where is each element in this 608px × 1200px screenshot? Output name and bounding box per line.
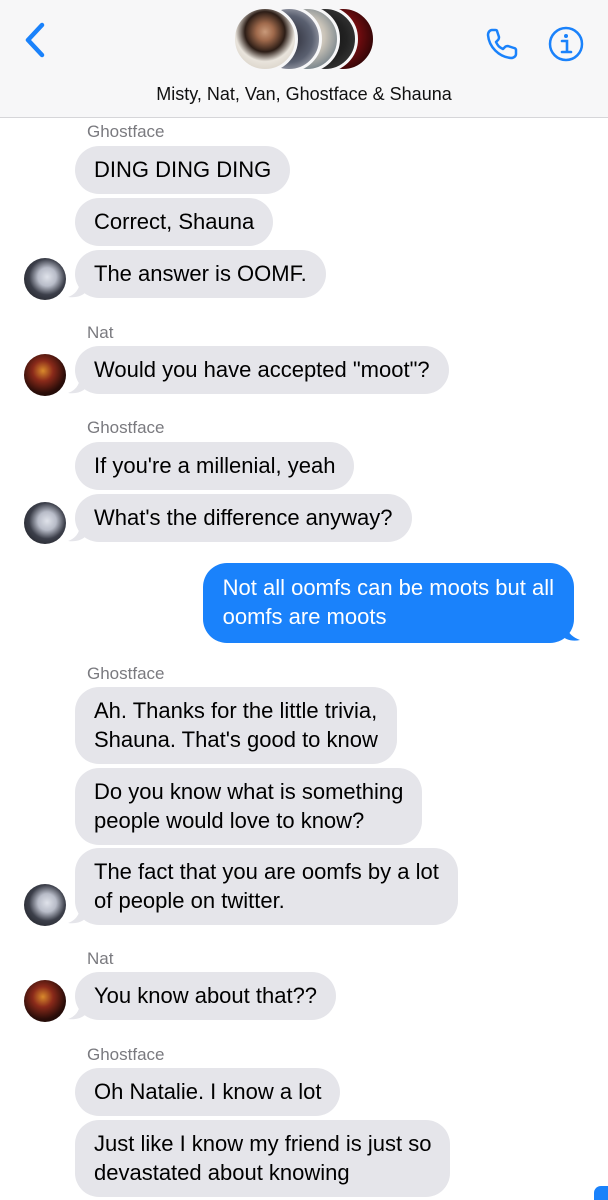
avatar <box>232 6 298 72</box>
sender-name: Nat <box>87 949 114 968</box>
new-message-indicator <box>594 1186 608 1200</box>
message-bubble[interactable]: You know about that?? <box>75 972 337 1020</box>
nat-avatar[interactable] <box>24 354 66 396</box>
sender-name: Ghostface <box>87 122 165 141</box>
message-bubble[interactable]: The fact that you are oomfs by a lot of … <box>75 848 458 925</box>
nat-avatar[interactable] <box>24 980 66 1022</box>
message-bubble[interactable]: Oh Natalie. I know a lot <box>75 1068 341 1116</box>
bubble-tail <box>560 622 580 641</box>
ghostface-avatar[interactable] <box>24 502 66 544</box>
ghostface-avatar[interactable] <box>24 884 66 926</box>
message-bubble[interactable]: Correct, Shauna <box>75 198 274 246</box>
message-bubble[interactable]: What's the difference anyway? <box>75 494 412 542</box>
conversation-title[interactable]: Misty, Nat, Van, Ghostface & Shauna <box>0 84 608 105</box>
call-button[interactable] <box>482 24 522 64</box>
sender-name: Ghostface <box>87 1045 165 1064</box>
sender-name: Ghostface <box>87 664 165 683</box>
message-bubble[interactable]: The answer is OOMF. <box>75 250 326 298</box>
phone-icon <box>486 28 518 60</box>
message-bubble[interactable]: Just like I know my friend is just so de… <box>75 1120 451 1197</box>
ghostface-avatar[interactable] <box>24 258 66 300</box>
bubble-tail <box>68 524 86 542</box>
bubble-tail <box>68 280 86 298</box>
message-bubble[interactable]: Ah. Thanks for the little trivia, Shauna… <box>75 687 397 764</box>
bubble-tail <box>68 906 86 924</box>
message-bubble[interactable]: Would you have accepted "moot"? <box>75 346 449 394</box>
outgoing-message-bubble[interactable]: Not all oomfs can be moots but all oomfs… <box>202 563 574 643</box>
message-bubble[interactable]: If you're a millenial, yeah <box>75 442 355 490</box>
back-button[interactable] <box>18 20 52 60</box>
info-button[interactable] <box>546 24 586 64</box>
message-bubble[interactable]: DING DING DING <box>75 146 291 194</box>
message-bubble[interactable]: Do you know what is something people wou… <box>75 768 423 845</box>
sender-name: Ghostface <box>87 418 165 437</box>
info-icon <box>548 26 584 62</box>
chevron-left-icon <box>25 22 45 58</box>
group-avatars[interactable] <box>232 6 382 76</box>
sender-name: Nat <box>87 323 114 342</box>
bubble-tail <box>68 1002 86 1020</box>
conversation-header: Misty, Nat, Van, Ghostface & Shauna <box>0 0 608 118</box>
bubble-tail <box>68 376 86 394</box>
